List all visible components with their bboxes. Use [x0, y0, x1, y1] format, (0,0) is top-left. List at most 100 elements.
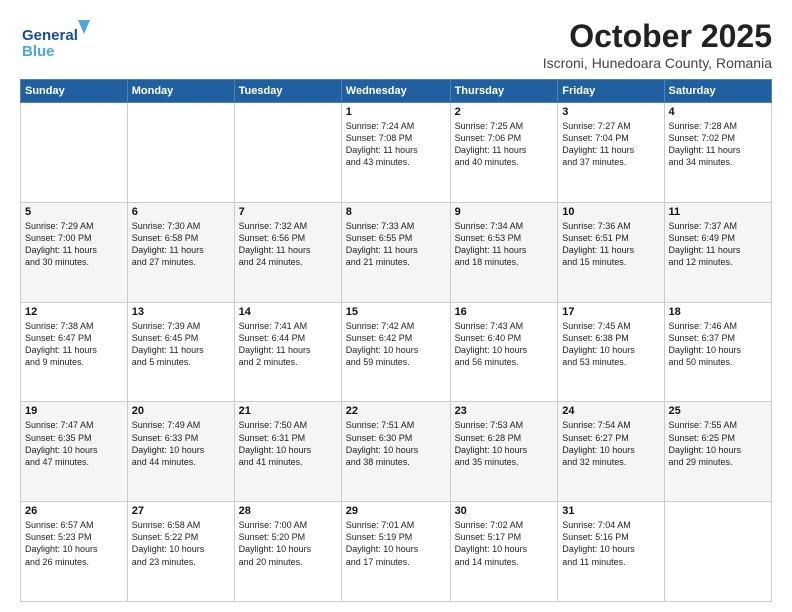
calendar-cell: 14Sunrise: 7:41 AM Sunset: 6:44 PM Dayli… — [234, 302, 341, 402]
calendar-cell: 7 Sunrise: 7:32 AM Sunset: 6:56 PM Daylig… — [234, 202, 341, 302]
day-info: Sunrise: 7:32 AM Sunset: 6:56 PM Dayligh… — [239, 220, 337, 269]
calendar-cell: 16Sunrise: 7:43 AM Sunset: 6:40 PM Dayli… — [450, 302, 558, 402]
day-info: Sunrise: 7:27 AM Sunset: 7:04 PM Dayligh… — [562, 120, 659, 169]
day-info: Sunrise: 6:57 AM Sunset: 5:23 PM Dayligh… — [25, 519, 123, 568]
day-info: Sunrise: 7:04 AM Sunset: 5:16 PM Dayligh… — [562, 519, 659, 568]
day-number: 18 — [669, 306, 767, 318]
day-number: 20 — [132, 405, 230, 417]
calendar-cell: 29Sunrise: 7:01 AM Sunset: 5:19 PM Dayli… — [341, 502, 450, 602]
calendar-cell: 28 Sunrise: 7:00 AM Sunset: 5:20 PM Dayli… — [234, 502, 341, 602]
calendar-cell: 3 Sunrise: 7:27 AM Sunset: 7:04 PM Daylig… — [558, 103, 664, 203]
day-info: Sunrise: 7:24 AM Sunset: 7:08 PM Dayligh… — [346, 120, 446, 169]
calendar-cell: 11Sunrise: 7:37 AM Sunset: 6:49 PM Dayli… — [664, 202, 771, 302]
calendar-cell — [21, 103, 128, 203]
calendar-cell: 5 Sunrise: 7:29 AM Sunset: 7:00 PM Daylig… — [21, 202, 128, 302]
title-area: October 2025 Iscroni, Hunedoara County, … — [543, 18, 772, 71]
day-info: Sunrise: 7:49 AM Sunset: 6:33 PM Dayligh… — [132, 419, 230, 468]
weekday-row: SundayMondayTuesdayWednesdayThursdayFrid… — [21, 80, 772, 103]
week-row-4: 19 Sunrise: 7:47 AM Sunset: 6:35 PM Dayli… — [21, 402, 772, 502]
day-number: 21 — [239, 405, 337, 417]
day-info: Sunrise: 7:34 AM Sunset: 6:53 PM Dayligh… — [455, 220, 554, 269]
day-number: 24 — [562, 405, 659, 417]
logo-icon: General Blue — [20, 18, 100, 68]
weekday-sunday: Sunday — [21, 80, 128, 103]
calendar-cell: 13Sunrise: 7:39 AM Sunset: 6:45 PM Dayli… — [127, 302, 234, 402]
calendar-cell: 1Sunrise: 7:24 AM Sunset: 7:08 PM Daylig… — [341, 103, 450, 203]
day-number: 19 — [25, 405, 123, 417]
day-number: 25 — [669, 405, 767, 417]
day-info: Sunrise: 7:51 AM Sunset: 6:30 PM Dayligh… — [346, 419, 446, 468]
calendar-cell — [234, 103, 341, 203]
day-info: Sunrise: 7:30 AM Sunset: 6:58 PM Dayligh… — [132, 220, 230, 269]
calendar-cell: 2Sunrise: 7:25 AM Sunset: 7:06 PM Daylig… — [450, 103, 558, 203]
page-header: General Blue October 2025 Iscroni, Huned… — [20, 18, 772, 71]
day-number: 22 — [346, 405, 446, 417]
day-number: 23 — [455, 405, 554, 417]
calendar-cell: 21Sunrise: 7:50 AM Sunset: 6:31 PM Dayli… — [234, 402, 341, 502]
week-row-3: 12Sunrise: 7:38 AM Sunset: 6:47 PM Dayli… — [21, 302, 772, 402]
calendar-body: 1Sunrise: 7:24 AM Sunset: 7:08 PM Daylig… — [21, 103, 772, 602]
calendar-cell — [127, 103, 234, 203]
calendar-cell: 27 Sunrise: 6:58 AM Sunset: 5:22 PM Dayli… — [127, 502, 234, 602]
week-row-5: 26 Sunrise: 6:57 AM Sunset: 5:23 PM Dayli… — [21, 502, 772, 602]
calendar-table: SundayMondayTuesdayWednesdayThursdayFrid… — [20, 79, 772, 602]
calendar-cell: 15Sunrise: 7:42 AM Sunset: 6:42 PM Dayli… — [341, 302, 450, 402]
day-info: Sunrise: 7:55 AM Sunset: 6:25 PM Dayligh… — [669, 419, 767, 468]
calendar-cell: 31 Sunrise: 7:04 AM Sunset: 5:16 PM Dayli… — [558, 502, 664, 602]
day-info: Sunrise: 7:00 AM Sunset: 5:20 PM Dayligh… — [239, 519, 337, 568]
calendar-cell: 26 Sunrise: 6:57 AM Sunset: 5:23 PM Dayli… — [21, 502, 128, 602]
weekday-thursday: Thursday — [450, 80, 558, 103]
week-row-1: 1Sunrise: 7:24 AM Sunset: 7:08 PM Daylig… — [21, 103, 772, 203]
day-info: Sunrise: 7:02 AM Sunset: 5:17 PM Dayligh… — [455, 519, 554, 568]
day-info: Sunrise: 7:28 AM Sunset: 7:02 PM Dayligh… — [669, 120, 767, 169]
calendar-cell: 19 Sunrise: 7:47 AM Sunset: 6:35 PM Dayli… — [21, 402, 128, 502]
weekday-wednesday: Wednesday — [341, 80, 450, 103]
day-info: Sunrise: 7:37 AM Sunset: 6:49 PM Dayligh… — [669, 220, 767, 269]
calendar-cell: 4 Sunrise: 7:28 AM Sunset: 7:02 PM Daylig… — [664, 103, 771, 203]
week-row-2: 5 Sunrise: 7:29 AM Sunset: 7:00 PM Daylig… — [21, 202, 772, 302]
day-number: 31 — [562, 505, 659, 517]
day-number: 9 — [455, 206, 554, 218]
svg-text:Blue: Blue — [22, 43, 55, 60]
day-number: 5 — [25, 206, 123, 218]
day-number: 8 — [346, 206, 446, 218]
day-info: Sunrise: 7:38 AM Sunset: 6:47 PM Dayligh… — [25, 320, 123, 369]
day-info: Sunrise: 7:41 AM Sunset: 6:44 PM Dayligh… — [239, 320, 337, 369]
day-info: Sunrise: 7:01 AM Sunset: 5:19 PM Dayligh… — [346, 519, 446, 568]
calendar-cell: 25 Sunrise: 7:55 AM Sunset: 6:25 PM Dayli… — [664, 402, 771, 502]
day-number: 6 — [132, 206, 230, 218]
calendar-cell: 20 Sunrise: 7:49 AM Sunset: 6:33 PM Dayli… — [127, 402, 234, 502]
month-title: October 2025 — [543, 18, 772, 55]
day-info: Sunrise: 7:29 AM Sunset: 7:00 PM Dayligh… — [25, 220, 123, 269]
day-number: 28 — [239, 505, 337, 517]
svg-text:General: General — [22, 27, 78, 44]
day-info: Sunrise: 7:53 AM Sunset: 6:28 PM Dayligh… — [455, 419, 554, 468]
day-number: 27 — [132, 505, 230, 517]
day-number: 4 — [669, 106, 767, 118]
calendar-cell: 12Sunrise: 7:38 AM Sunset: 6:47 PM Dayli… — [21, 302, 128, 402]
calendar-header: SundayMondayTuesdayWednesdayThursdayFrid… — [21, 80, 772, 103]
day-info: Sunrise: 7:33 AM Sunset: 6:55 PM Dayligh… — [346, 220, 446, 269]
calendar-cell: 9 Sunrise: 7:34 AM Sunset: 6:53 PM Daylig… — [450, 202, 558, 302]
weekday-saturday: Saturday — [664, 80, 771, 103]
logo-area: General Blue — [20, 18, 100, 68]
day-info: Sunrise: 6:58 AM Sunset: 5:22 PM Dayligh… — [132, 519, 230, 568]
calendar-cell: 24Sunrise: 7:54 AM Sunset: 6:27 PM Dayli… — [558, 402, 664, 502]
day-number: 30 — [455, 505, 554, 517]
day-number: 3 — [562, 106, 659, 118]
weekday-tuesday: Tuesday — [234, 80, 341, 103]
calendar-cell: 22 Sunrise: 7:51 AM Sunset: 6:30 PM Dayli… — [341, 402, 450, 502]
day-info: Sunrise: 7:43 AM Sunset: 6:40 PM Dayligh… — [455, 320, 554, 369]
location-subtitle: Iscroni, Hunedoara County, Romania — [543, 55, 772, 71]
calendar-cell: 17Sunrise: 7:45 AM Sunset: 6:38 PM Dayli… — [558, 302, 664, 402]
day-number: 26 — [25, 505, 123, 517]
day-info: Sunrise: 7:36 AM Sunset: 6:51 PM Dayligh… — [562, 220, 659, 269]
day-number: 2 — [455, 106, 554, 118]
day-info: Sunrise: 7:47 AM Sunset: 6:35 PM Dayligh… — [25, 419, 123, 468]
day-info: Sunrise: 7:39 AM Sunset: 6:45 PM Dayligh… — [132, 320, 230, 369]
day-number: 7 — [239, 206, 337, 218]
day-number: 10 — [562, 206, 659, 218]
calendar-cell: 30 Sunrise: 7:02 AM Sunset: 5:17 PM Dayli… — [450, 502, 558, 602]
calendar-cell: 10 Sunrise: 7:36 AM Sunset: 6:51 PM Dayli… — [558, 202, 664, 302]
calendar-cell — [664, 502, 771, 602]
